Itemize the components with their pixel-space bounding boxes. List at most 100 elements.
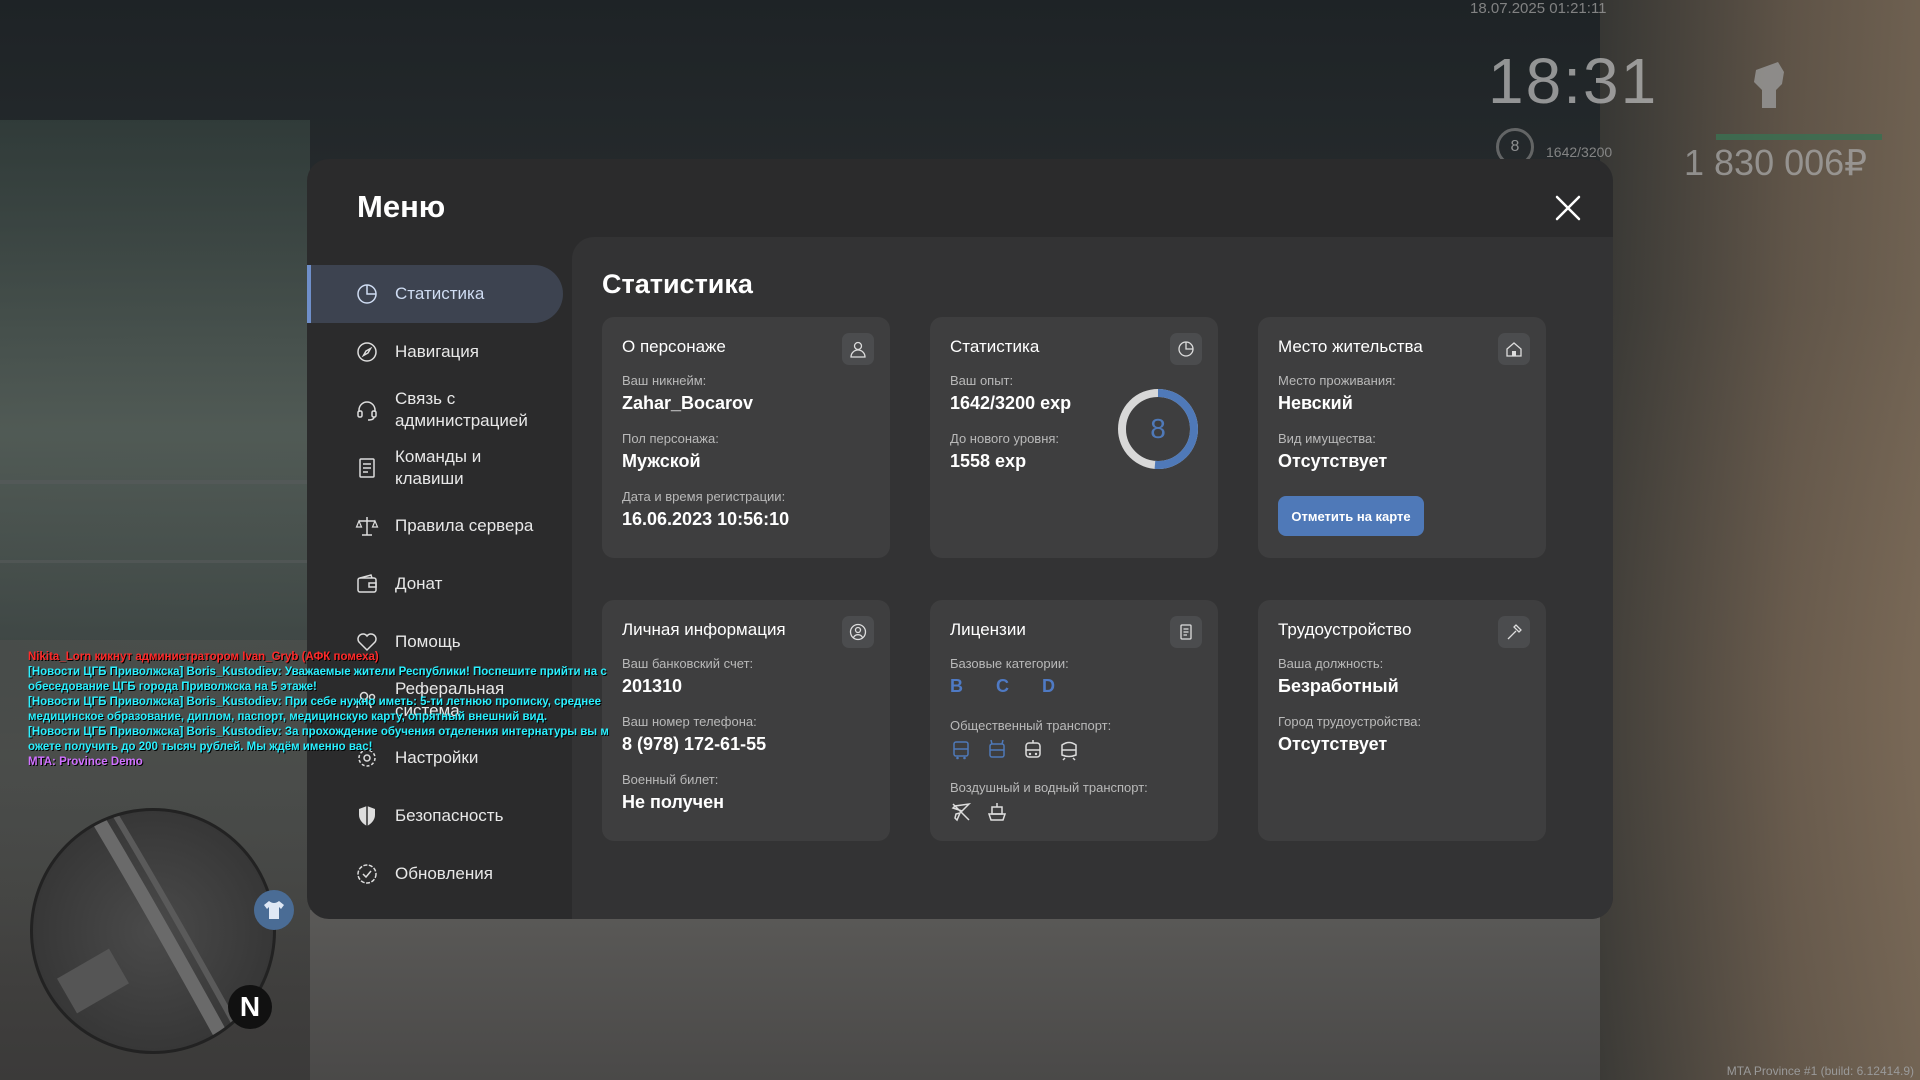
sidebar-item-label: Правила сервера	[395, 516, 534, 535]
wallet-icon	[357, 574, 377, 593]
card-title: Лицензии	[950, 620, 1026, 639]
bus-icon	[953, 741, 969, 760]
chat-line: [Новости ЦГБ Приволжска] Boris_Kustodiev…	[28, 666, 607, 678]
card-icon-button	[1170, 333, 1202, 365]
card-licenses: Лицензии Базовые категории: B C D Общест…	[930, 600, 1218, 841]
sidebar-item-donate[interactable]: Донат	[307, 555, 563, 613]
card-residence: Место жительства Место проживания: Невск…	[1258, 317, 1546, 558]
nickname-label: Ваш никнейм:	[622, 373, 707, 388]
next-level-value: 1558 exp	[950, 451, 1027, 471]
tram-icon	[1025, 740, 1041, 758]
job-city-value: Отсутствует	[1278, 734, 1388, 754]
home-icon	[1506, 342, 1522, 357]
badge-check-icon	[357, 864, 377, 884]
metro-icon	[1061, 741, 1077, 761]
tshirt-icon	[254, 890, 294, 930]
sidebar-item-security[interactable]: Безопасность	[307, 787, 563, 845]
sidebar-item-server-rules[interactable]: Правила сервера	[307, 497, 563, 555]
pie-chart-icon	[1178, 341, 1194, 357]
exp-value: 1642/3200 exp	[950, 393, 1072, 413]
sidebar-nav: Статистика Навигация Связь с администрац…	[307, 265, 563, 903]
shield-icon	[359, 806, 375, 826]
card-title: Трудоустройство	[1278, 620, 1412, 639]
sidebar-item-label: Безопасность	[395, 806, 504, 825]
sidebar-item-label: Команды и клавиши	[395, 447, 482, 488]
exp-label: Ваш опыт:	[950, 373, 1014, 388]
plane-icon	[951, 802, 972, 822]
sidebar-item-label: Связь с администрацией	[395, 389, 528, 430]
sidebar-item-navigation[interactable]: Навигация	[307, 323, 563, 381]
card-icon-button	[1170, 616, 1202, 648]
fist-icon	[1754, 62, 1784, 108]
base-categories-label: Базовые категории:	[950, 656, 1069, 671]
chat-line: Nikita_Lorn кикнут администратором Ivan_…	[28, 651, 379, 663]
public-transport-label: Общественный транспорт:	[950, 718, 1112, 733]
residence-place-value: Невский	[1278, 393, 1353, 413]
chat-line: [Новости ЦГБ Приволжска] Boris_Kustodiev…	[28, 726, 609, 738]
registration-label: Дата и время регистрации:	[622, 489, 786, 504]
property-value: Отсутствует	[1278, 451, 1388, 471]
air-water-transport-label: Воздушный и водный транспорт:	[950, 780, 1148, 795]
level-progress-ring: 8	[1118, 389, 1198, 469]
close-icon[interactable]	[1551, 191, 1585, 225]
chat-line: [Новости ЦГБ Приволжска] Boris_Kustodiev…	[28, 696, 602, 708]
card-title: Место жительства	[1278, 337, 1423, 356]
background-rail	[0, 480, 320, 484]
sidebar-item-label: Обновления	[395, 864, 493, 883]
base-categories-value: B C D	[950, 676, 1069, 696]
card-title: Личная информация	[622, 620, 786, 639]
nickname-value: Zahar_Bocarov	[622, 393, 754, 413]
military-id-label: Военный билет:	[622, 772, 719, 787]
menu-title: Меню	[357, 189, 446, 224]
level-number: 8	[1150, 413, 1166, 444]
document-icon	[359, 458, 375, 478]
phone-label: Ваш номер телефона:	[622, 714, 757, 729]
hud-date: 18.07.2025 01:21:11	[1470, 0, 1607, 17]
card-employment: Трудоустройство Ваша должность: Безработ…	[1258, 600, 1546, 841]
card-icon-button	[1498, 616, 1530, 648]
sidebar-item-updates[interactable]: Обновления	[307, 845, 563, 903]
gender-value: Мужской	[622, 451, 701, 471]
sidebar-item-label: Навигация	[395, 342, 479, 361]
card-icon-button	[842, 616, 874, 648]
headset-icon	[357, 401, 377, 421]
compass-north: N	[228, 985, 272, 1029]
sidebar-item-statistics[interactable]: Статистика	[307, 265, 563, 323]
content-panel: Статистика О персонаже Ваш никнейм: Zaha…	[572, 237, 1613, 919]
hud-health-bar	[1716, 134, 1882, 140]
chat-line: MTA: Province Demo	[28, 756, 143, 768]
residence-place-label: Место проживания:	[1278, 373, 1396, 388]
mark-on-map-button[interactable]: Отметить на карте	[1278, 496, 1424, 536]
card-title: О персонаже	[622, 337, 726, 356]
card-personal-info: Личная информация Ваш банковский счет: 2…	[602, 600, 890, 841]
chat-line: медицинское образование, диплом, паспорт…	[28, 711, 548, 723]
gender-label: Пол персонажа:	[622, 431, 719, 446]
sidebar-item-label: Донат	[395, 574, 443, 593]
sidebar-item-admin-contact[interactable]: Связь с администрацией	[307, 381, 563, 439]
job-city-label: Город трудоустройства:	[1278, 714, 1422, 729]
scales-icon	[355, 517, 379, 536]
card-icon-button	[1498, 333, 1530, 365]
registration-value: 16.06.2023 10:56:10	[622, 509, 790, 529]
job-position-label: Ваша должность:	[1278, 656, 1384, 671]
card-icon-button	[842, 333, 874, 365]
sidebar-item-commands[interactable]: Команды и клавиши	[307, 439, 563, 497]
public-transport-icons	[950, 739, 1080, 761]
license-icon	[1180, 624, 1192, 640]
chat-log: Nikita_Lorn кикнут администратором Ivan_…	[28, 650, 609, 770]
pie-chart-icon	[357, 284, 377, 304]
bank-account-label: Ваш банковский счет:	[622, 656, 754, 671]
build-info: MTA Province #1 (build: 6.12414.9)	[1726, 1064, 1914, 1078]
card-statistics: Статистика Ваш опыт: 1642/3200 exp До но…	[930, 317, 1218, 558]
next-level-label: До нового уровня:	[950, 431, 1060, 446]
background-rail	[0, 560, 320, 563]
phone-value: 8 (978) 172-61-55	[622, 734, 767, 754]
card-title: Статистика	[950, 337, 1040, 356]
page-title: Статистика	[602, 269, 753, 299]
card-character: О персонаже Ваш никнейм: Zahar_Bocarov П…	[602, 317, 890, 558]
hud-money: 1 830 006₽	[1684, 142, 1868, 183]
hud-exp: 1642/3200	[1546, 144, 1613, 160]
property-label: Вид имущества:	[1278, 431, 1376, 446]
ship-icon	[987, 803, 1007, 821]
background-road	[310, 910, 1600, 1080]
